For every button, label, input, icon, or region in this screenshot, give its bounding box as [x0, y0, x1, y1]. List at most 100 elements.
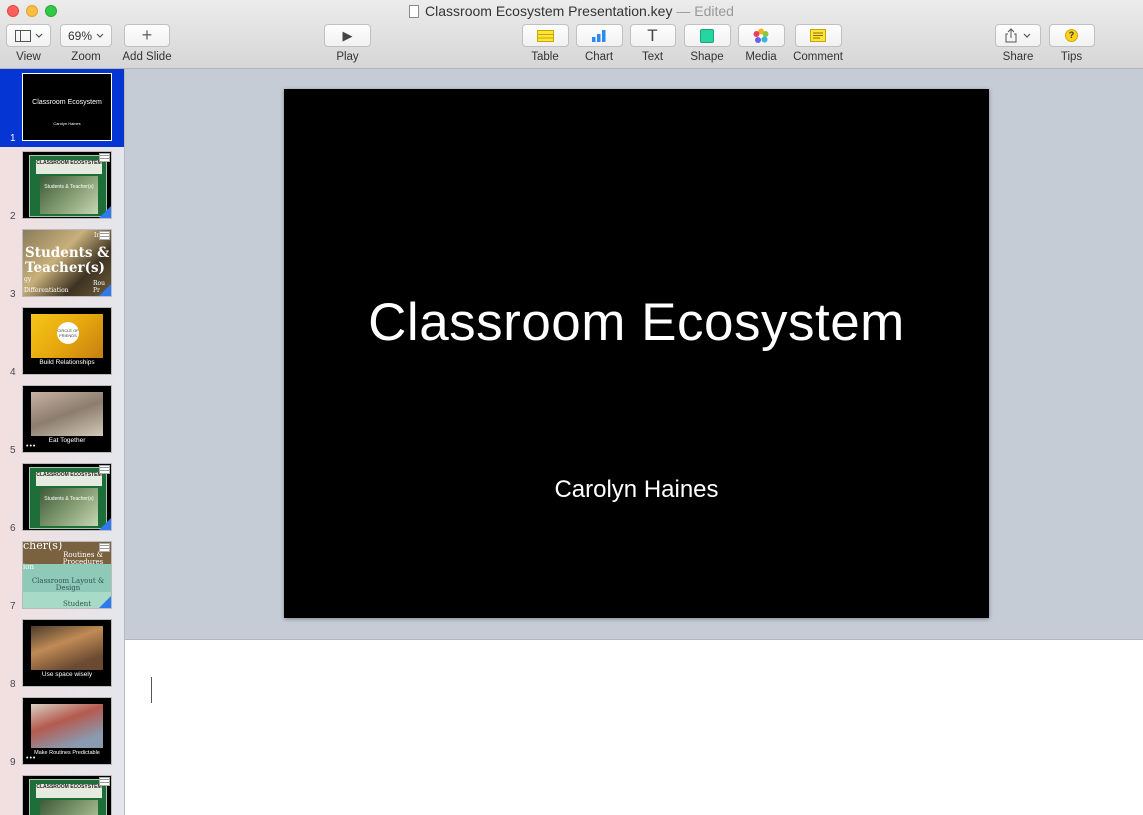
slide-number: 7 [10, 601, 16, 612]
chart-label: Chart [584, 51, 614, 63]
table-control: Table [521, 24, 569, 63]
comment-label: Comment [793, 51, 843, 63]
thumb-text: Routines & Procedures [62, 551, 104, 566]
build-indicator-icon [99, 206, 111, 218]
slide-thumbnail-9[interactable]: Make Routines Predictable ••• 9 [0, 693, 124, 771]
window-title: Classroom Ecosystem Presentation.key — E… [0, 3, 1143, 19]
presenter-notes-icon [99, 777, 110, 786]
poster-image: CLASSROOM ECOSYSTEM Students & Teacher(s… [29, 467, 107, 529]
slide-title[interactable]: Classroom Ecosystem [284, 292, 989, 353]
build-indicator-icon [99, 596, 111, 608]
media-button[interactable] [737, 24, 785, 47]
zoom-select[interactable]: 69% [60, 24, 112, 47]
slide-thumbnail-8[interactable]: Use space wisely 8 [0, 615, 124, 693]
classroom-layout-image: cher(s) Routines & Procedures ion Classr… [23, 542, 111, 608]
slide-preview: Use space wisely [22, 619, 112, 687]
play-icon: ▶ [342, 27, 353, 43]
table-button[interactable] [521, 24, 569, 47]
slide-thumbnail-10[interactable]: CLASSROOM ECOSYSTEM [0, 771, 124, 815]
slide-thumbnail-6[interactable]: CLASSROOM ECOSYSTEM Students & Teacher(s… [0, 459, 124, 537]
table-label: Table [531, 51, 559, 63]
thumb-caption: Build Relationships [39, 359, 95, 366]
thumb-text: ion [23, 563, 34, 571]
classroom-photo [31, 704, 103, 748]
slide-thumbnail-3[interactable]: In Students & Teacher(s) gy Differentiat… [0, 225, 124, 303]
board-circle: CIRCLE OF FRIENDS [57, 322, 79, 344]
slide-number: 8 [10, 679, 16, 690]
slide-preview: CLASSROOM ECOSYSTEM [22, 775, 112, 815]
classroom-photo [31, 626, 103, 670]
add-slide-button[interactable]: + [124, 24, 170, 47]
poster-heading: CLASSROOM ECOSYSTEM [36, 472, 102, 486]
shape-square-icon [700, 28, 714, 43]
thumb-text: Differentiation [24, 287, 69, 294]
share-label: Share [1002, 51, 1034, 63]
poster-heading: CLASSROOM ECOSYSTEM [36, 160, 102, 174]
text-label: Text [641, 51, 664, 63]
slide-number: 5 [10, 445, 16, 456]
thumb-text: cher(s) [23, 541, 63, 552]
slide-preview: CLASSROOM ECOSYSTEM Students & Teacher(s… [22, 151, 112, 219]
slide-number: 1 [10, 133, 16, 144]
view-button[interactable] [6, 24, 51, 47]
slide-navigator[interactable]: Classroom Ecosystem Carolyn Haines 1 CLA… [0, 69, 125, 815]
media-label: Media [745, 51, 777, 63]
comment-note-icon [810, 29, 826, 42]
text-caret [151, 677, 152, 703]
slide-subtitle[interactable]: Carolyn Haines [284, 476, 989, 504]
slide-thumbnail-7[interactable]: cher(s) Routines & Procedures ion Classr… [0, 537, 124, 615]
view-label: View [16, 51, 41, 63]
more-builds-icon: ••• [26, 443, 37, 450]
title-separator: — [676, 3, 691, 19]
document-name: Classroom Ecosystem Presentation.key [425, 3, 673, 19]
thumb-title: Students & Teacher(s) [25, 245, 110, 276]
slide-preview: Eat Together ••• [22, 385, 112, 453]
comment-control: Comment [791, 24, 845, 63]
build-indicator-icon [99, 518, 111, 530]
presenter-notes-area[interactable] [125, 639, 1143, 815]
poster-body: Students & Teacher(s) [40, 176, 98, 214]
thumb-text: gy [24, 276, 32, 283]
share-control: Share [995, 24, 1041, 63]
play-control: ▶ Play [324, 24, 371, 63]
slide-thumbnail-1[interactable]: Classroom Ecosystem Carolyn Haines 1 [0, 69, 124, 147]
slide-thumbnail-2[interactable]: CLASSROOM ECOSYSTEM Students & Teacher(s… [0, 147, 124, 225]
thumb-text: Classroom Layout & Design [31, 577, 105, 592]
slide-canvas-area[interactable]: Classroom Ecosystem Carolyn Haines [125, 69, 1143, 639]
bar-chart-icon [592, 29, 606, 42]
poster-image: CLASSROOM ECOSYSTEM Students & Teacher(s… [29, 155, 107, 217]
chart-button[interactable] [575, 24, 623, 47]
thumb-subtitle: Carolyn Haines [53, 121, 81, 126]
poster-body [40, 800, 98, 815]
thumb-caption: Use space wisely [41, 671, 93, 678]
toolbar: Classroom Ecosystem Presentation.key — E… [0, 0, 1143, 69]
play-button[interactable]: ▶ [324, 24, 371, 47]
play-label: Play [336, 51, 359, 63]
current-slide[interactable]: Classroom Ecosystem Carolyn Haines [284, 89, 989, 618]
slide-preview: cher(s) Routines & Procedures ion Classr… [22, 541, 112, 609]
text-button[interactable]: T [629, 24, 676, 47]
slide-thumbnail-4[interactable]: CIRCLE OF FRIENDS Build Relationships 4 [0, 303, 124, 381]
slide-number: 4 [10, 367, 16, 378]
share-button[interactable] [995, 24, 1041, 47]
shape-label: Shape [690, 51, 724, 63]
text-icon: T [647, 25, 658, 45]
tips-button[interactable]: ? [1048, 24, 1095, 47]
shape-control: Shape [683, 24, 731, 63]
chart-control: Chart [575, 24, 623, 63]
zoom-value: 69% [67, 28, 93, 43]
close-window-button[interactable] [7, 5, 19, 17]
edited-status: Edited [694, 3, 734, 19]
minimize-window-button[interactable] [26, 5, 38, 17]
chevron-down-icon [96, 33, 104, 38]
sidebar-layout-icon [14, 29, 31, 42]
comment-button[interactable] [794, 24, 842, 47]
slide-thumbnail-5[interactable]: Eat Together ••• 5 [0, 381, 124, 459]
fullscreen-window-button[interactable] [45, 5, 57, 17]
shape-button[interactable] [683, 24, 731, 47]
zoom-control: 69% Zoom [60, 24, 112, 63]
add-slide-label: Add Slide [122, 51, 172, 63]
slide-preview: In Students & Teacher(s) gy Differentiat… [22, 229, 112, 297]
slide-preview: CIRCLE OF FRIENDS Build Relationships [22, 307, 112, 375]
slide-number: 9 [10, 757, 16, 768]
